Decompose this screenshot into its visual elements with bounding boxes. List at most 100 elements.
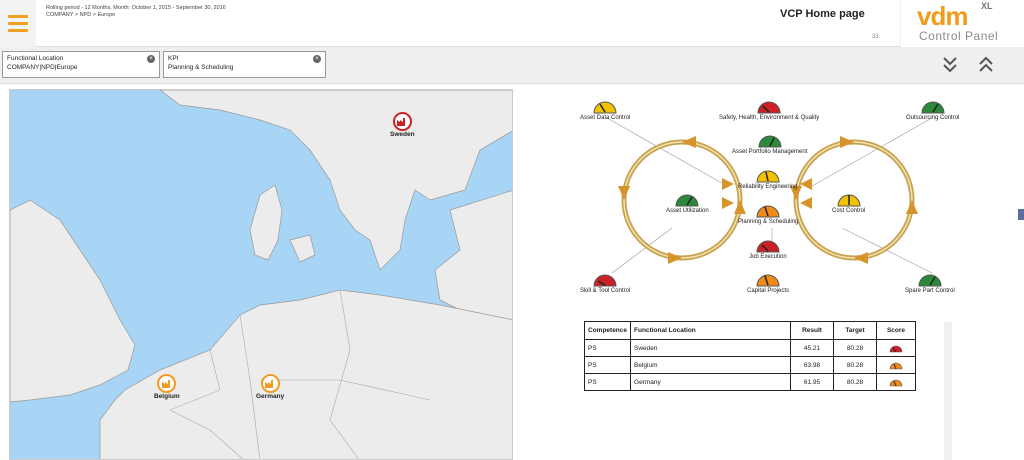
filter-bar: Functional Location COMPANY|NPD|Europe ×…	[0, 47, 1024, 84]
side-panel-toggle[interactable]	[1018, 209, 1024, 220]
table-row[interactable]: PS Belgium 63.98 80.28	[583, 356, 916, 374]
marker-label: Sweden	[390, 131, 415, 138]
kpi-asset-portfolio-management[interactable]: Asset Portfolio Management	[732, 127, 807, 155]
column-header-target[interactable]: Target	[833, 321, 878, 340]
kpi-she-quality[interactable]: Safety, Health, Environment & Quality	[719, 93, 819, 121]
cell-location: Sweden	[630, 339, 792, 357]
filter-label: Functional Location	[7, 55, 64, 62]
cell-competence: PS	[583, 339, 632, 357]
filter-label: KPI	[168, 55, 179, 62]
cell-result: 61.95	[790, 373, 835, 391]
rolling-period-info: Rolling period - 12 Months, Month: Octob…	[46, 5, 226, 19]
cell-target: 80.28	[833, 356, 878, 374]
logo-sub: Control Panel	[919, 29, 999, 43]
filter-value: COMPANY|NPD|Europe	[7, 64, 78, 71]
europe-map[interactable]: Sweden Belgium Germany	[9, 89, 513, 460]
kpi-label: Asset Utilization	[666, 208, 709, 214]
kpi-label: Capital Projects	[747, 288, 790, 294]
gauge-icon	[593, 101, 617, 114]
gauge-icon	[593, 274, 617, 287]
marker-label: Germany	[256, 393, 285, 400]
gauge-icon	[837, 194, 861, 207]
kpi-label: Outsourcing Control	[906, 115, 960, 121]
kpi-reliability-engineering[interactable]: Reliability Engineering	[738, 162, 797, 190]
column-header-result[interactable]: Result	[790, 321, 835, 340]
factory-icon	[392, 112, 412, 131]
cell-location: Germany	[630, 373, 792, 391]
filter-kpi[interactable]: KPI Planning & Scheduling ×	[163, 51, 326, 78]
kpi-label: Spare Part Control	[905, 288, 955, 294]
kpi-asset-data-control[interactable]: Asset Data Control	[580, 93, 630, 121]
gauge-icon	[756, 170, 780, 183]
factory-icon	[157, 374, 177, 393]
map-canvas	[10, 90, 512, 459]
marker-label: Belgium	[154, 393, 180, 400]
kpi-label: Cost Control	[832, 208, 866, 214]
filter-functional-location[interactable]: Functional Location COMPANY|NPD|Europe ×	[2, 51, 160, 78]
logo-sup: XL	[981, 1, 993, 11]
gauge-icon	[889, 362, 903, 369]
table-header-row: Competence Functional Location Result Ta…	[583, 321, 916, 340]
kpi-capital-projects[interactable]: Capital Projects	[747, 266, 789, 294]
cell-competence: PS	[583, 373, 632, 391]
clear-icon[interactable]: ×	[313, 55, 321, 63]
map-marker-sweden[interactable]: Sweden	[390, 112, 415, 138]
app-root: { "header": { "period_line1": "Rolling p…	[0, 0, 1024, 460]
cell-competence: PS	[583, 356, 632, 374]
cell-result: 45.21	[790, 339, 835, 357]
cell-score	[876, 356, 916, 374]
cell-score	[876, 373, 916, 391]
cell-score	[876, 339, 916, 357]
breadcrumb: COMPANY > NPD > Europe	[46, 12, 116, 18]
gauge-icon	[756, 205, 780, 218]
kpi-label: Job Execution	[749, 254, 787, 260]
cell-result: 63.98	[790, 356, 835, 374]
kpi-label: Reliability Engineering	[738, 184, 798, 190]
kpi-job-execution[interactable]: Job Execution	[749, 232, 787, 260]
results-table: Competence Functional Location Result Ta…	[583, 321, 916, 391]
gauge-icon	[758, 135, 782, 148]
hamburger-menu-icon[interactable]	[0, 0, 36, 47]
table-scrollbar[interactable]	[944, 322, 952, 460]
logo-main: vdm	[917, 1, 968, 31]
app-header: Rolling period - 12 Months, Month: Octob…	[0, 0, 1024, 47]
kpi-label: Asset Data Control	[580, 115, 631, 121]
kpi-label: Skill & Tool Control	[580, 288, 631, 294]
cell-location: Belgium	[630, 356, 792, 374]
kpi-label: Safety, Health, Environment & Quality	[719, 115, 820, 121]
period-text: Rolling period - 12 Months, Month: Octob…	[46, 5, 226, 11]
gauge-icon	[756, 274, 780, 287]
kpi-label: Asset Portfolio Management	[732, 149, 808, 155]
kpi-asset-utilization[interactable]: Asset Utilization	[666, 186, 709, 214]
cell-target: 80.28	[833, 339, 878, 357]
gauge-icon	[921, 101, 945, 114]
gauge-icon	[889, 345, 903, 352]
map-marker-germany[interactable]: Germany	[256, 374, 284, 400]
gauge-icon	[675, 194, 699, 207]
kpi-planning-scheduling[interactable]: Planning & Scheduling	[738, 197, 798, 225]
table-row[interactable]: PS Sweden 45.21 80.28	[583, 339, 916, 357]
clear-icon[interactable]: ×	[147, 55, 155, 63]
page-title: VCP Home page	[780, 8, 865, 20]
factory-icon	[260, 374, 280, 393]
kpi-label: Planning & Scheduling	[738, 219, 799, 225]
user-badge: 33	[872, 34, 879, 40]
chevrons-down-icon[interactable]	[940, 52, 960, 78]
kpi-outsourcing-control[interactable]: Outsourcing Control	[906, 93, 959, 121]
kpi-skill-tool-control[interactable]: Skill & Tool Control	[580, 266, 630, 294]
app-logo: vdm XL Control Panel	[900, 0, 1024, 47]
map-marker-belgium[interactable]: Belgium	[154, 374, 180, 400]
kpi-spare-part-control[interactable]: Spare Part Control	[905, 266, 955, 294]
filter-value: Planning & Scheduling	[168, 64, 234, 71]
column-header-competence[interactable]: Competence	[583, 321, 632, 340]
chevrons-up-icon[interactable]	[976, 52, 996, 78]
gauge-icon	[757, 101, 781, 114]
column-header-score[interactable]: Score	[876, 321, 916, 340]
kpi-cost-control[interactable]: Cost Control	[832, 186, 865, 214]
cell-target: 80.28	[833, 373, 878, 391]
column-header-location[interactable]: Functional Location	[630, 321, 792, 340]
gauge-icon	[756, 240, 780, 253]
gauge-icon	[918, 274, 942, 287]
gauge-icon	[889, 379, 903, 386]
table-row[interactable]: PS Germany 61.95 80.28	[583, 373, 916, 391]
